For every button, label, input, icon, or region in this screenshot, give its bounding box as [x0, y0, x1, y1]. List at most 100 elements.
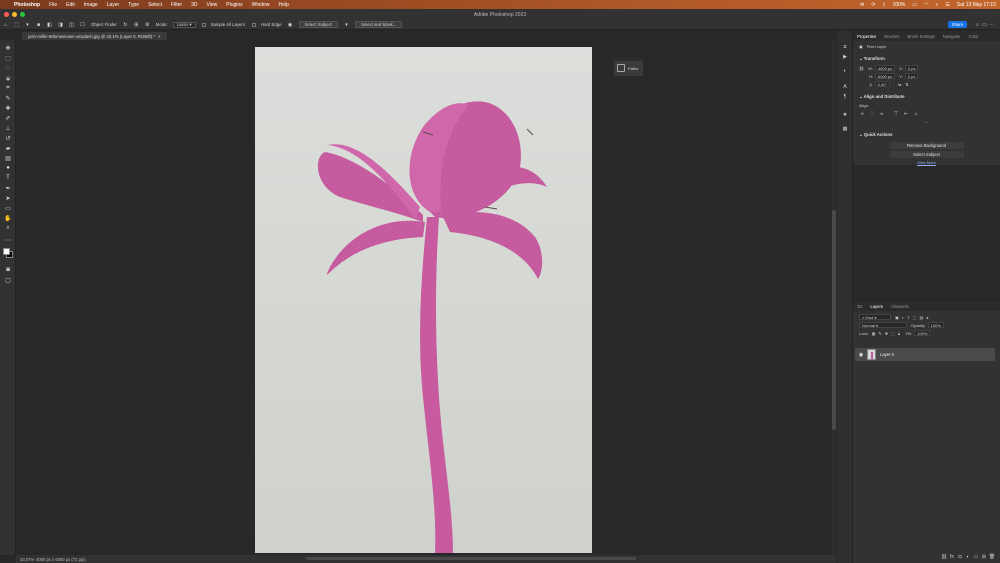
select-subject-button[interactable]: Select Subject	[298, 21, 338, 28]
angle-field[interactable]: 0.00°	[874, 81, 890, 87]
menu-file[interactable]: File	[49, 2, 57, 8]
zoom-window-button[interactable]	[20, 12, 25, 17]
tab-layers[interactable]: Layers	[866, 304, 887, 309]
select-subject-panel-button[interactable]: Select Subject	[889, 151, 964, 158]
link-icon[interactable]: ⛓	[859, 66, 864, 71]
eyedropper-tool-icon[interactable]: ✎	[4, 94, 12, 102]
settings-gear-icon[interactable]: ⚙	[144, 21, 151, 28]
paragraph-icon[interactable]: ¶	[841, 93, 849, 101]
align-left-icon[interactable]: ⫷	[859, 111, 865, 117]
menu-view[interactable]: View	[207, 2, 218, 8]
intersect-selection-icon[interactable]: ◫	[68, 21, 75, 28]
align-top-icon[interactable]: ⊤	[893, 111, 899, 117]
height-field[interactable]: 6000 px	[875, 73, 896, 79]
horizontal-scrollbar[interactable]	[306, 557, 636, 560]
more-icon[interactable]: ⋯	[988, 21, 995, 28]
minimize-window-button[interactable]	[12, 12, 17, 17]
battery-icon[interactable]: ▭	[912, 2, 917, 8]
add-to-selection-icon[interactable]: ◧	[46, 21, 53, 28]
foreground-color-swatch[interactable]	[3, 248, 10, 255]
transform-title[interactable]: ⌄ Transform	[853, 54, 1000, 64]
healing-brush-tool-icon[interactable]: ✚	[4, 104, 12, 112]
flip-vertical-icon[interactable]: ⇅	[905, 82, 908, 87]
layer-name[interactable]: Layer 0	[880, 352, 894, 357]
tab-brush-settings[interactable]: Brush Settings	[903, 34, 938, 39]
select-and-mask-button[interactable]: Select and Mask...	[355, 21, 403, 28]
menu-clock[interactable]: Sat 13 May 17:15	[957, 2, 996, 8]
tab-3d[interactable]: 3D	[853, 304, 866, 309]
sync-icon[interactable]: ⟳	[871, 2, 875, 8]
zoom-level[interactable]: 43.07%	[16, 557, 36, 562]
adjustments-icon[interactable]: ◐	[841, 67, 849, 75]
crop-tool-icon[interactable]: ⌗	[4, 84, 12, 92]
lock-transparent-icon[interactable]: ▦	[872, 331, 876, 336]
actions-play-icon[interactable]: ▶	[841, 53, 849, 61]
filter-pixel-icon[interactable]: ▣	[895, 315, 899, 320]
show-objects-icon[interactable]: ⊞	[133, 21, 140, 28]
add-mask-icon[interactable]: ◘	[956, 553, 964, 561]
sample-all-layers-checkbox[interactable]	[201, 22, 206, 27]
hand-tool-icon[interactable]: ✋	[4, 214, 12, 222]
filter-kind-select[interactable]: ⌕ Kind ▾	[859, 314, 891, 320]
fill-field[interactable]: 100%	[914, 330, 931, 336]
character-icon[interactable]: A	[841, 83, 849, 91]
layer-row[interactable]: ◉ Layer 0	[855, 348, 995, 361]
swatches-icon[interactable]: ▦	[841, 125, 849, 133]
filter-toggle-icon[interactable]: ●	[926, 315, 928, 320]
edit-toolbar-icon[interactable]: ⋯	[4, 236, 12, 244]
menu-plugins[interactable]: Plugins	[226, 2, 242, 8]
adjustment-layer-icon[interactable]: ◐	[964, 553, 972, 561]
opacity-field[interactable]: 100%	[927, 322, 944, 328]
quick-actions-title[interactable]: ⌄ Quick Actions	[853, 130, 1000, 140]
home-icon[interactable]: ⌂	[2, 21, 9, 28]
visibility-eye-icon[interactable]: ◉	[855, 352, 867, 358]
menu-help[interactable]: Help	[278, 2, 288, 8]
filter-type-icon[interactable]: T	[907, 315, 909, 320]
foreground-background-colors[interactable]	[1, 248, 15, 260]
delete-layer-icon[interactable]: 🗑︎	[988, 553, 996, 561]
new-selection-icon[interactable]: ■	[35, 21, 42, 28]
paths-floating-panel[interactable]: Paths	[613, 57, 644, 77]
clone-stamp-tool-icon[interactable]: ⊥	[4, 124, 12, 132]
bluetooth-icon[interactable]: ᛒ	[883, 2, 886, 8]
object-finder-label[interactable]: Object Finder	[91, 22, 117, 27]
menu-layer[interactable]: Layer	[107, 2, 120, 8]
tab-color[interactable]: Color	[965, 34, 983, 39]
select-subject-icon[interactable]: ◉	[287, 21, 294, 28]
pen-tool-icon[interactable]: ✒	[4, 184, 12, 192]
align-distribute-title[interactable]: ⌄ Align and Distribute	[853, 92, 1000, 102]
align-center-h-icon[interactable]: ⫶	[869, 111, 875, 117]
lock-image-icon[interactable]: ✎	[878, 331, 881, 336]
tab-properties[interactable]: Properties	[853, 34, 880, 39]
new-group-icon[interactable]: ▭	[972, 553, 980, 561]
x-field[interactable]: 0 px	[904, 65, 919, 71]
menu-select[interactable]: Select	[148, 2, 162, 8]
tab-brushes[interactable]: Brushes	[880, 34, 903, 39]
quick-mask-icon[interactable]: ◙	[4, 266, 12, 274]
gradient-tool-icon[interactable]: ▤	[4, 154, 12, 162]
path-selection-tool-icon[interactable]: ➤	[4, 194, 12, 202]
select-subject-dropdown-icon[interactable]: ▾	[343, 21, 350, 28]
align-middle-v-icon[interactable]: ⊢	[903, 111, 909, 117]
eraser-tool-icon[interactable]: ▰	[4, 144, 12, 152]
new-layer-icon[interactable]: ⊞	[980, 553, 988, 561]
zoom-tool-icon[interactable]: ⌕	[4, 224, 12, 232]
hard-edge-checkbox[interactable]	[251, 22, 256, 27]
document-tab[interactable]: josh-miller-9dnmwmowv-unsplash.jpg @ 43.…	[22, 32, 167, 40]
refresh-icon[interactable]: ↻	[122, 21, 129, 28]
align-right-icon[interactable]: ⫸	[879, 111, 885, 117]
more-align-options-icon[interactable]: ⋯	[853, 119, 1000, 126]
close-window-button[interactable]	[4, 12, 9, 17]
share-button[interactable]: Share	[948, 21, 967, 28]
vertical-scrollbar[interactable]	[832, 40, 836, 555]
remove-background-button[interactable]: Remove Background	[889, 142, 964, 149]
width-field[interactable]: 4000 px	[874, 65, 896, 71]
blend-mode-select[interactable]: Normal ▾	[859, 322, 907, 328]
flip-horizontal-icon[interactable]: ⇆	[898, 82, 901, 87]
dodge-tool-icon[interactable]: ●	[4, 164, 12, 172]
wifi-icon[interactable]: ◠	[924, 2, 928, 8]
menu-app-name[interactable]: Photoshop	[14, 2, 40, 8]
libraries-icon[interactable]: ❖	[841, 111, 849, 119]
move-tool-icon[interactable]: ✥	[4, 44, 12, 52]
lock-position-icon[interactable]: ✥	[885, 331, 888, 336]
